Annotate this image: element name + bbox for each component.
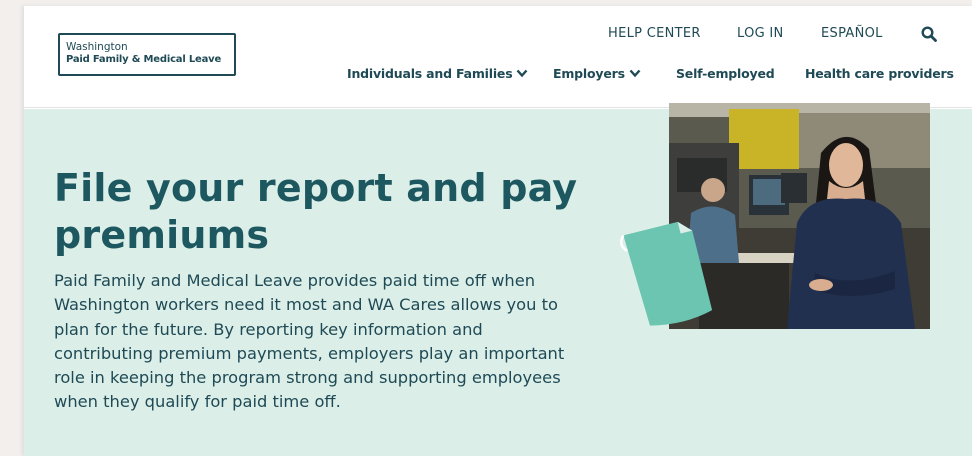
page-title: File your report and pay premiums — [54, 165, 614, 259]
nav-individuals-families[interactable]: Individuals and Families — [347, 66, 528, 81]
site-logo[interactable]: Washington Paid Family & Medical Leave — [58, 33, 236, 76]
hero-description: Paid Family and Medical Leave provides p… — [54, 271, 565, 412]
logo-line1: Washington — [66, 41, 128, 53]
nav-self-employed[interactable]: Self-employed — [676, 66, 775, 81]
page-title-line2: premiums — [54, 213, 270, 257]
espanol-link[interactable]: ESPAÑOL — [821, 26, 883, 41]
chevron-down-icon — [517, 69, 528, 78]
site-header: Washington Paid Family & Medical Leave H… — [24, 6, 972, 108]
search-icon[interactable] — [921, 26, 937, 42]
page-title-line1: File your report and pay — [54, 166, 578, 210]
nav-employers-label: Employers — [553, 66, 625, 81]
nav-health-care-providers[interactable]: Health care providers — [805, 66, 954, 81]
logo-line2: Paid Family & Medical Leave — [66, 54, 222, 65]
chevron-down-icon — [629, 69, 641, 78]
log-in-link[interactable]: LOG IN — [737, 26, 784, 41]
help-center-link[interactable]: HELP CENTER — [608, 26, 701, 41]
nav-individuals-label: Individuals and Families — [347, 66, 513, 81]
document-icon — [619, 221, 713, 326]
nav-employers[interactable]: Employers — [553, 66, 641, 81]
